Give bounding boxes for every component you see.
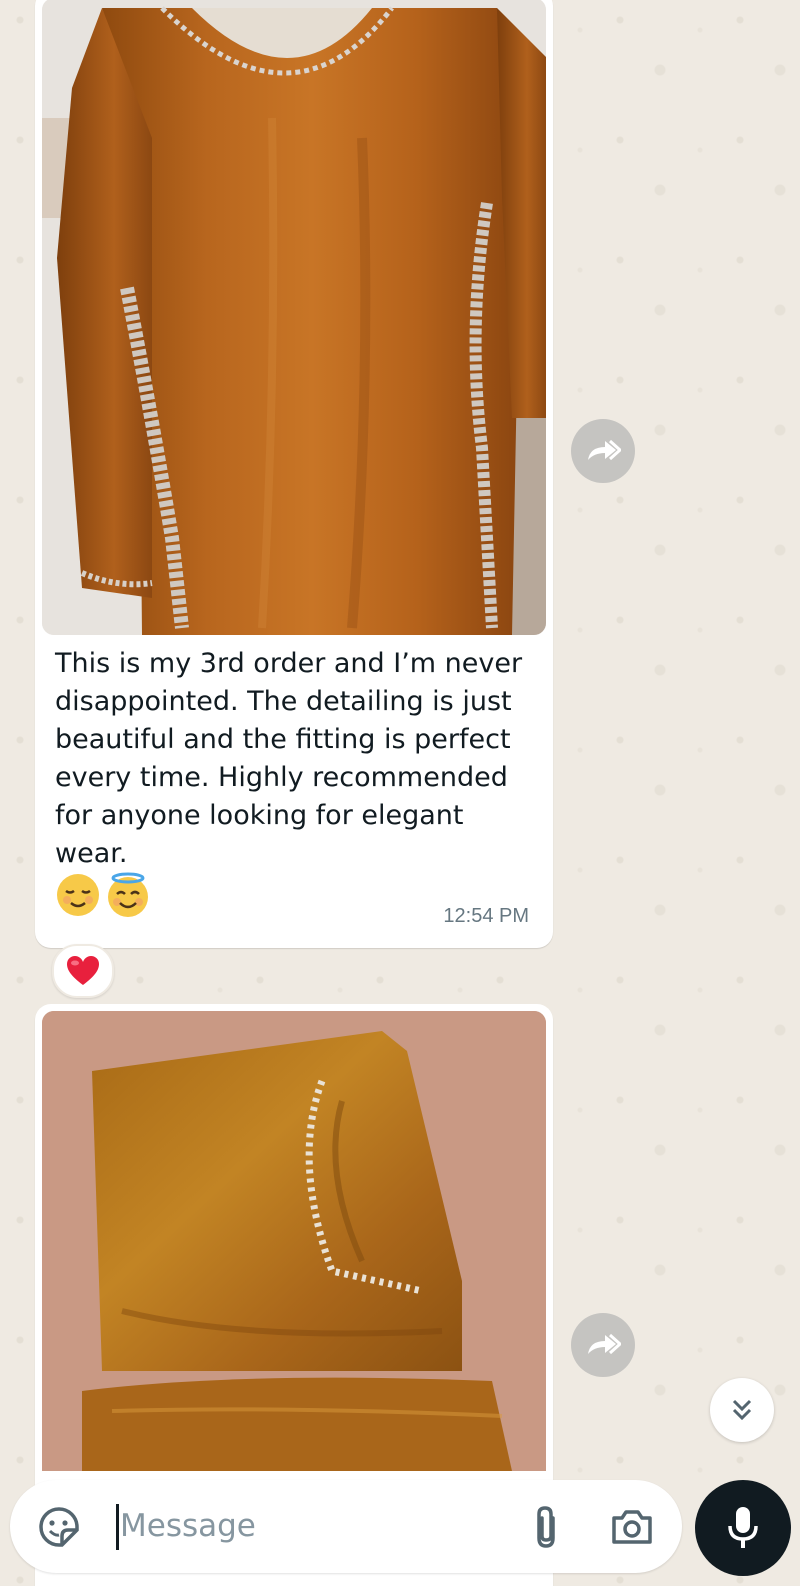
message-timestamp: 12:54 PM — [443, 905, 529, 927]
voice-message-button[interactable] — [695, 1480, 791, 1576]
camera-icon — [612, 1510, 652, 1544]
forward-button[interactable] — [571, 419, 635, 483]
camera-button[interactable] — [605, 1500, 659, 1554]
garment-folded-photo[interactable] — [42, 1011, 546, 1471]
paperclip-icon — [537, 1506, 555, 1548]
sticker-button[interactable] — [34, 1502, 84, 1552]
message-caption: This is my 3rd order and I’m never disap… — [55, 648, 523, 869]
forward-icon — [588, 439, 621, 461]
chevron-double-down-icon — [732, 1399, 752, 1421]
relieved-face-emoji — [57, 874, 99, 916]
smiling-face-with-halo-emoji — [108, 872, 148, 917]
garment-hanging-photo[interactable] — [42, 0, 546, 635]
emoji-row — [55, 872, 151, 918]
forward-button[interactable] — [571, 1313, 635, 1377]
sticker-icon — [39, 1507, 79, 1547]
attach-button[interactable] — [521, 1500, 571, 1554]
scroll-to-bottom-button[interactable] — [710, 1378, 774, 1442]
reaction-badge[interactable] — [52, 944, 114, 998]
message-composer — [10, 1480, 682, 1573]
message-input[interactable] — [120, 1500, 500, 1552]
red-heart-emoji — [67, 956, 99, 985]
garment-hanging-illustration — [42, 0, 546, 635]
forward-icon — [588, 1333, 621, 1355]
message-bubble-1[interactable]: This is my 3rd order and I’m never disap… — [35, 0, 553, 948]
text-cursor — [116, 1504, 119, 1550]
microphone-icon — [728, 1507, 758, 1548]
garment-folded-illustration — [42, 1011, 546, 1471]
